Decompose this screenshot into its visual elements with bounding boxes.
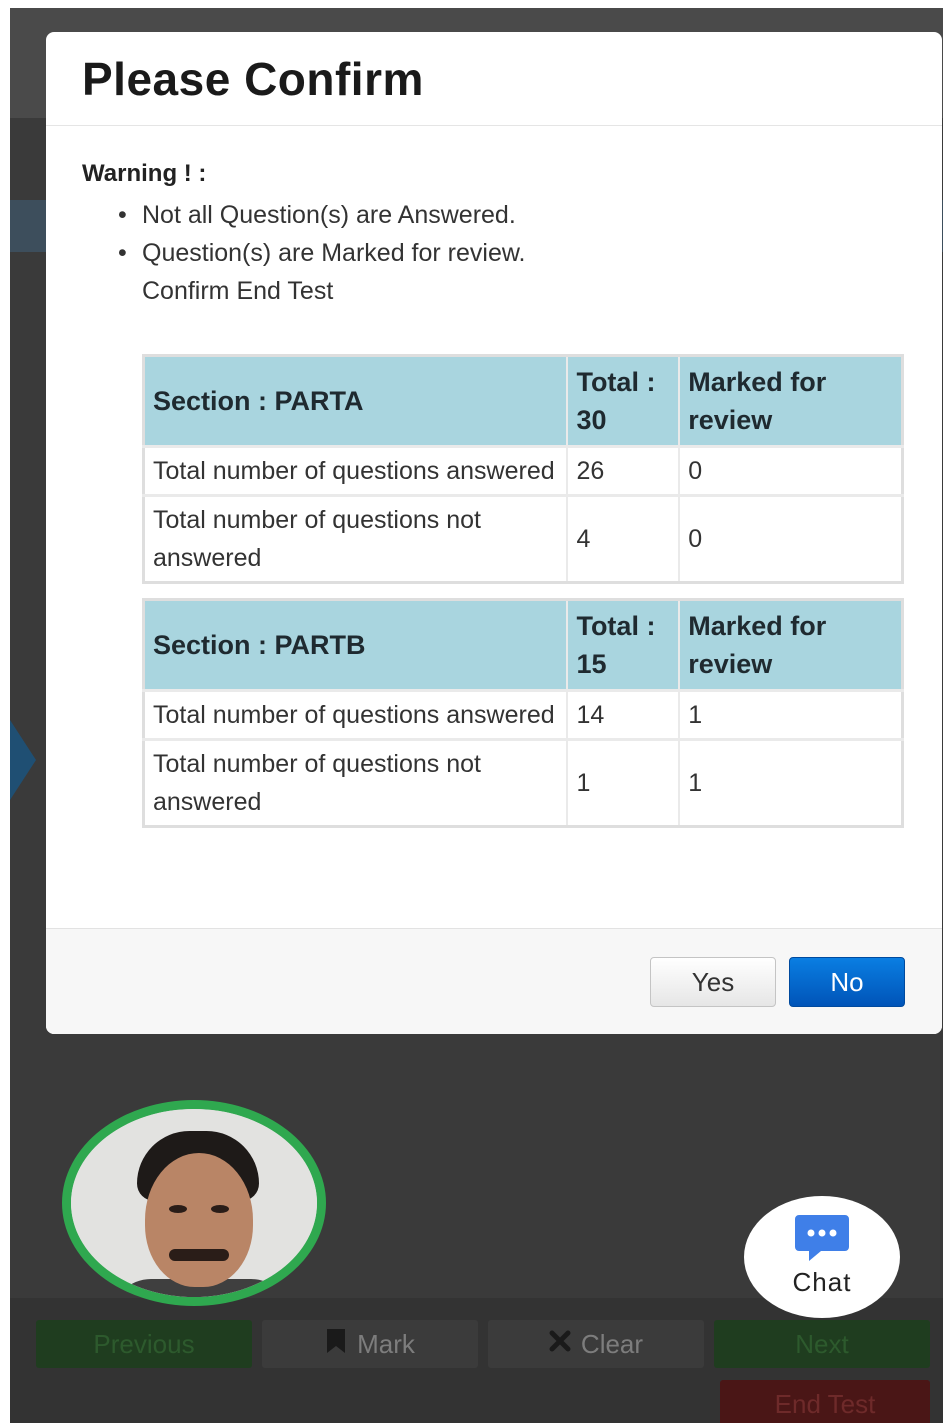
clear-label: Clear: [580, 1328, 644, 1359]
clear-button[interactable]: Clear: [488, 1320, 704, 1368]
row-count: 14: [566, 689, 680, 740]
table-header-row: Section : PARTB Total : 15 Marked for re…: [143, 599, 903, 691]
section-header: Section : PARTA: [143, 355, 568, 447]
end-test-button[interactable]: End Test: [720, 1380, 930, 1423]
chat-label: Chat: [792, 1266, 852, 1297]
row-marked: 0: [678, 445, 903, 496]
next-label: Next: [795, 1328, 849, 1359]
row-count: 4: [566, 494, 680, 583]
row-marked: 1: [678, 738, 903, 827]
dialog-title: Please Confirm: [82, 53, 424, 105]
table-row: Total number of questions answered 14 1: [143, 689, 903, 740]
warning-item: Not all Question(s) are Answered.: [118, 196, 906, 234]
dialog-body: Warning ! : Not all Question(s) are Answ…: [46, 126, 942, 828]
previous-label: Previous: [93, 1328, 195, 1359]
row-label: Total number of questions not answered: [143, 494, 568, 583]
confirm-end-test-text: Confirm End Test: [142, 277, 334, 305]
x-icon: [549, 1330, 571, 1358]
dialog-header: Please Confirm: [46, 32, 942, 126]
no-button[interactable]: No: [789, 957, 905, 1007]
table-row: Total number of questions not answered 1…: [143, 738, 903, 827]
mark-button[interactable]: Mark: [262, 1320, 478, 1368]
dialog-footer: Yes No: [46, 928, 942, 1034]
section-header: Section : PARTB: [143, 599, 568, 691]
chat-button[interactable]: Chat: [744, 1196, 900, 1318]
chat-bubble-icon: [793, 1213, 851, 1263]
mark-label: Mark: [357, 1328, 415, 1359]
bookmark-icon: [325, 1328, 347, 1360]
section-summary-table-parta: Section : PARTA Total : 30 Marked for re…: [142, 354, 904, 584]
yes-button[interactable]: Yes: [650, 957, 776, 1007]
previous-button[interactable]: Previous: [36, 1320, 252, 1368]
row-label: Total number of questions not answered: [143, 738, 568, 827]
next-button[interactable]: Next: [714, 1320, 930, 1368]
marked-header: Marked for review: [678, 355, 903, 447]
background-left-arrow: [10, 720, 36, 800]
table-header-row: Section : PARTA Total : 30 Marked for re…: [143, 355, 903, 447]
row-count: 1: [566, 738, 680, 827]
test-screen: Previous Mark Clear Next End Test Please…: [10, 8, 943, 1423]
warning-list: Not all Question(s) are Answered. Questi…: [82, 196, 906, 272]
end-test-label: End Test: [774, 1388, 876, 1419]
warning-title: Warning ! :: [82, 160, 207, 187]
table-row: Total number of questions answered 26 0: [143, 445, 903, 496]
row-count: 26: [566, 445, 680, 496]
row-label: Total number of questions answered: [143, 689, 568, 740]
row-label: Total number of questions answered: [143, 445, 568, 496]
section-summary-table-partb: Section : PARTB Total : 15 Marked for re…: [142, 598, 904, 828]
total-header: Total : 30: [566, 355, 680, 447]
total-header: Total : 15: [566, 599, 680, 691]
table-row: Total number of questions not answered 4…: [143, 494, 903, 583]
marked-header: Marked for review: [678, 599, 903, 691]
row-marked: 1: [678, 689, 903, 740]
row-marked: 0: [678, 494, 903, 583]
warning-item: Question(s) are Marked for review.: [118, 234, 906, 272]
webcam-preview: [62, 1100, 326, 1306]
confirm-dialog: Please Confirm Warning ! : Not all Quest…: [46, 32, 942, 1034]
